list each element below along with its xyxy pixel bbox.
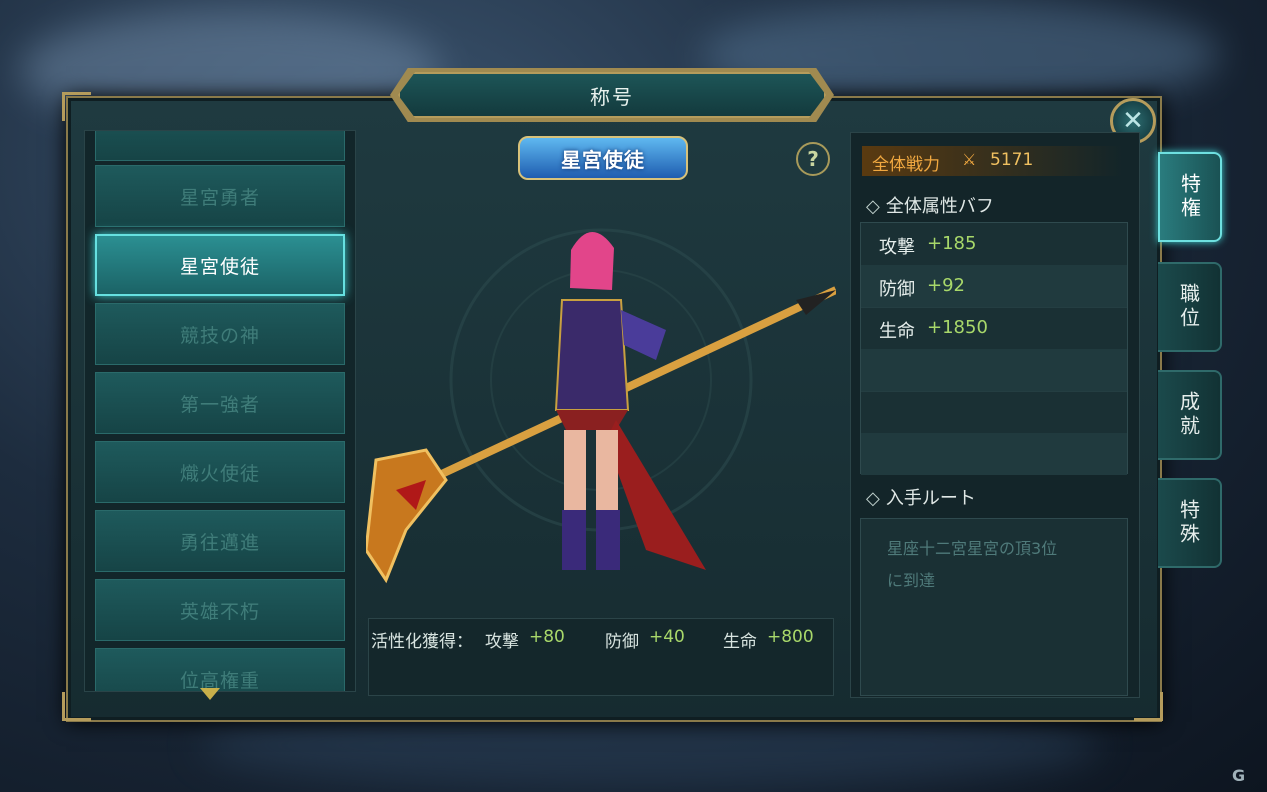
list-item[interactable]: [95, 131, 345, 161]
power-sword-icon: ⚔: [962, 150, 977, 169]
list-item-selected[interactable]: 星宮使徒: [95, 234, 345, 296]
title-badge: 星宮使徒: [518, 136, 688, 180]
buff-header: ◇ 全体属性バフ: [866, 196, 994, 217]
frame-corner: [62, 92, 91, 121]
help-button[interactable]: ?: [796, 142, 830, 176]
window-title: 称号: [398, 72, 826, 118]
frame-corner: [62, 692, 91, 721]
site-logo: G: [1232, 766, 1246, 785]
list-item[interactable]: 熾火使徒: [95, 441, 345, 503]
tab-privilege[interactable]: 特権: [1158, 152, 1222, 242]
table-row: [861, 433, 1127, 475]
power-label: 全体戦力: [872, 155, 940, 175]
character-model: [366, 228, 836, 584]
help-icon: ?: [807, 147, 819, 171]
list-item[interactable]: 競技の神: [95, 303, 345, 365]
power-value: 5171: [990, 150, 1034, 170]
table-row: [861, 349, 1127, 392]
route-header: ◇ 入手ルート: [866, 488, 976, 509]
table-row: 防御 +92: [861, 265, 1127, 308]
table-row: [861, 391, 1127, 434]
tab-rank[interactable]: 職位: [1158, 262, 1222, 352]
list-item[interactable]: 星宮勇者: [95, 165, 345, 227]
scroll-down-icon[interactable]: [200, 688, 220, 700]
buff-table: 攻撃 +185 防御 +92 生命 +1850: [860, 222, 1128, 475]
diamond-icon: ◇: [866, 196, 880, 217]
spear-tip-icon: [796, 290, 836, 315]
tab-special[interactable]: 特殊: [1158, 478, 1222, 568]
table-row: 生命 +1850: [861, 307, 1127, 350]
table-row: 攻撃 +185: [861, 223, 1127, 266]
list-item[interactable]: 位高権重: [95, 648, 345, 691]
diamond-icon: ◇: [866, 488, 880, 509]
route-description: 星座十二宮星宮の頂3位 に到達: [860, 518, 1128, 696]
list-item[interactable]: 第一強者: [95, 372, 345, 434]
activation-bonus: 活性化獲得： 攻撃 +80 防御 +40 生命 +800: [368, 618, 834, 696]
list-item[interactable]: 勇往邁進: [95, 510, 345, 572]
title-list[interactable]: 星宮勇者 星宮使徒 競技の神 第一強者 熾火使徒 勇往邁進 英雄不朽 位高権重: [84, 130, 356, 692]
list-item[interactable]: 英雄不朽: [95, 579, 345, 641]
tab-achievement[interactable]: 成就: [1158, 370, 1222, 460]
